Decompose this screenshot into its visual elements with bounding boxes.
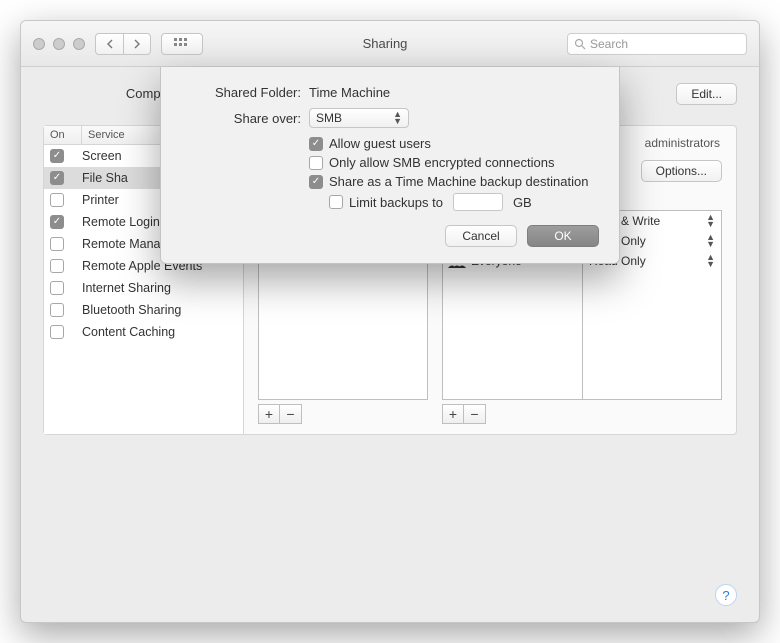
service-checkbox[interactable] — [50, 215, 64, 229]
edit-button[interactable]: Edit... — [676, 83, 737, 105]
remove-user-button[interactable]: − — [464, 404, 486, 424]
shared-folder-value: Time Machine — [309, 85, 390, 100]
search-placeholder: Search — [590, 37, 628, 51]
opt-guest-row[interactable]: Allow guest users — [309, 136, 599, 151]
chevron-left-icon — [106, 39, 114, 49]
service-row[interactable]: Content Caching — [44, 321, 243, 343]
forward-button[interactable] — [123, 33, 151, 55]
timemachine-label: Share as a Time Machine backup destinati… — [329, 174, 588, 189]
service-checkbox[interactable] — [50, 149, 64, 163]
share-over-value: SMB — [316, 111, 342, 125]
service-label: Internet Sharing — [82, 281, 171, 295]
search-input[interactable]: Search — [567, 33, 747, 55]
encrypted-label: Only allow SMB encrypted connections — [329, 155, 554, 170]
opt-tm-row[interactable]: Share as a Time Machine backup destinati… — [309, 174, 599, 189]
share-over-select[interactable]: SMB ▲▼ — [309, 108, 409, 128]
add-folder-button[interactable]: + — [258, 404, 280, 424]
updown-icon: ▲▼ — [706, 234, 715, 248]
service-label: Remote Login — [82, 215, 160, 229]
options-button[interactable]: Options... — [641, 160, 722, 182]
service-label: Printer — [82, 193, 119, 207]
service-label: Bluetooth Sharing — [82, 303, 181, 317]
service-label: Content Caching — [82, 325, 175, 339]
remove-folder-button[interactable]: − — [280, 404, 302, 424]
service-row[interactable]: Bluetooth Sharing — [44, 299, 243, 321]
limit-suffix: GB — [513, 195, 532, 210]
zoom-dot[interactable] — [73, 38, 85, 50]
col-on: On — [44, 126, 82, 144]
service-checkbox[interactable] — [50, 171, 64, 185]
updown-icon: ▲▼ — [393, 111, 402, 125]
chevron-right-icon — [133, 39, 141, 49]
service-row[interactable]: Internet Sharing — [44, 277, 243, 299]
opt-limit-row[interactable]: Limit backups to GB — [329, 193, 599, 211]
users-stepper: + − — [442, 404, 722, 424]
opt-encrypted-row[interactable]: Only allow SMB encrypted connections — [309, 155, 599, 170]
search-icon — [574, 38, 590, 50]
service-checkbox[interactable] — [50, 259, 64, 273]
shared-folder-label: Shared Folder: — [181, 85, 301, 100]
window-title: Sharing — [213, 36, 557, 51]
grid-icon — [174, 38, 190, 50]
updown-icon: ▲▼ — [706, 214, 715, 228]
limit-prefix: Limit backups to — [349, 195, 443, 210]
guest-label: Allow guest users — [329, 136, 431, 151]
service-checkbox[interactable] — [50, 325, 64, 339]
timemachine-checkbox[interactable] — [309, 175, 323, 189]
add-user-button[interactable]: + — [442, 404, 464, 424]
limit-checkbox[interactable] — [329, 195, 343, 209]
service-checkbox[interactable] — [50, 237, 64, 251]
close-dot[interactable] — [33, 38, 45, 50]
window-controls — [33, 38, 85, 50]
minimize-dot[interactable] — [53, 38, 65, 50]
titlebar: Sharing Search — [21, 21, 759, 67]
encrypted-checkbox[interactable] — [309, 156, 323, 170]
ok-button[interactable]: OK — [527, 225, 599, 247]
guest-checkbox[interactable] — [309, 137, 323, 151]
service-checkbox[interactable] — [50, 281, 64, 295]
folders-stepper: + − — [258, 404, 428, 424]
share-over-label: Share over: — [181, 111, 301, 126]
nav-buttons — [95, 33, 151, 55]
service-label: File Sha — [82, 171, 128, 185]
back-button[interactable] — [95, 33, 123, 55]
updown-icon: ▲▼ — [706, 254, 715, 268]
cancel-button[interactable]: Cancel — [445, 225, 517, 247]
share-options-sheet: Shared Folder: Time Machine Share over: … — [160, 67, 620, 264]
limit-input[interactable] — [453, 193, 503, 211]
service-label: Screen — [82, 149, 122, 163]
help-button[interactable]: ? — [715, 584, 737, 606]
service-checkbox[interactable] — [50, 193, 64, 207]
service-checkbox[interactable] — [50, 303, 64, 317]
show-all-button[interactable] — [161, 33, 203, 55]
preferences-window: Sharing Search Computer Edit... On Servi… — [20, 20, 760, 623]
